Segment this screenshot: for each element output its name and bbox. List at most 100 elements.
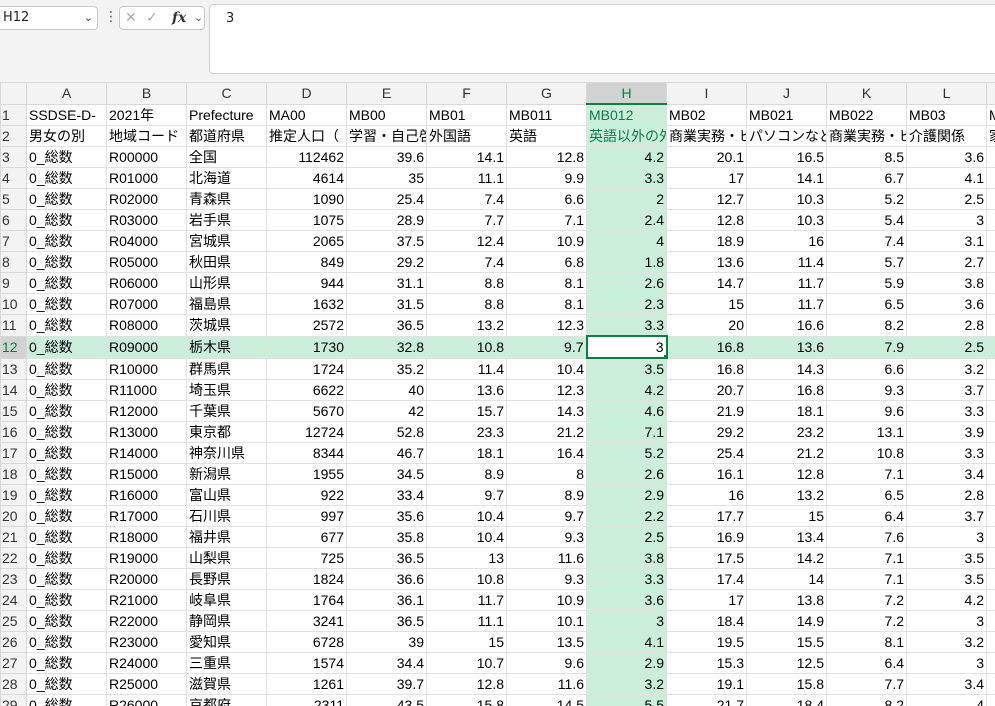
cell[interactable]: 0_総数 [26, 694, 107, 706]
cell[interactable]: MB00 [346, 103, 427, 126]
cell[interactable]: MB03 [906, 103, 987, 126]
cell[interactable]: 2.9 [586, 652, 667, 674]
cell[interactable]: 3.3 [906, 442, 987, 464]
cell[interactable] [986, 505, 995, 527]
cell[interactable]: 40 [346, 379, 427, 401]
cell[interactable]: 16.8 [666, 335, 747, 359]
column-header-k[interactable]: K [826, 82, 907, 105]
cell[interactable]: 39 [346, 631, 427, 653]
cell[interactable]: 8.1 [826, 631, 907, 653]
cell[interactable]: 地域コード [106, 125, 187, 147]
row-header[interactable]: 1 [0, 103, 27, 126]
cell[interactable]: 15.3 [666, 652, 747, 674]
cell[interactable] [986, 188, 995, 210]
cell[interactable]: 9.6 [506, 652, 587, 674]
cell[interactable]: 0_総数 [26, 673, 107, 695]
cell[interactable]: 0_総数 [26, 293, 107, 315]
cell[interactable]: R13000 [106, 421, 187, 443]
cell[interactable]: 5670 [266, 400, 347, 422]
chevron-down-icon[interactable]: ⌄ [84, 7, 93, 29]
cell[interactable]: 12.8 [746, 463, 827, 485]
cell[interactable]: 13.1 [826, 421, 907, 443]
cell[interactable]: 7.1 [586, 421, 667, 443]
column-header-d[interactable]: D [266, 82, 347, 105]
cell[interactable]: 33.4 [346, 484, 427, 506]
cell[interactable]: 全国 [186, 146, 267, 168]
cell[interactable]: 10.9 [506, 589, 587, 611]
row-header[interactable]: 18 [0, 463, 27, 485]
row-header[interactable]: 4 [0, 167, 27, 189]
row-header[interactable]: 3 [0, 146, 27, 168]
cell[interactable]: 3.6 [586, 589, 667, 611]
cell[interactable]: 介護関係 [906, 125, 987, 147]
cell[interactable]: 34.4 [346, 652, 427, 674]
cell[interactable] [986, 547, 995, 569]
cell[interactable]: 11.1 [426, 610, 507, 632]
cell[interactable]: 山形県 [186, 272, 267, 294]
cell[interactable]: 0_総数 [26, 400, 107, 422]
cell[interactable]: R02000 [106, 188, 187, 210]
cell[interactable]: 12.3 [506, 379, 587, 401]
cell[interactable]: 3 [906, 652, 987, 674]
cell[interactable]: R06000 [106, 272, 187, 294]
cell[interactable]: 9.7 [426, 484, 507, 506]
cell[interactable]: 18.1 [426, 442, 507, 464]
cell[interactable]: 14.1 [426, 146, 507, 168]
cell[interactable]: 6622 [266, 379, 347, 401]
cell[interactable]: 25.4 [346, 188, 427, 210]
cell[interactable]: 4.6 [586, 400, 667, 422]
column-header-c[interactable]: C [186, 82, 267, 105]
cell[interactable]: 1574 [266, 652, 347, 674]
cell[interactable]: 16.6 [746, 314, 827, 337]
cell[interactable]: 6.8 [506, 251, 587, 273]
cell[interactable]: 長野県 [186, 568, 267, 590]
cell[interactable]: 13.2 [746, 484, 827, 506]
cell[interactable]: 7.1 [826, 568, 907, 590]
cell[interactable]: 3.4 [906, 463, 987, 485]
cell[interactable]: 10.8 [826, 442, 907, 464]
cell[interactable] [986, 314, 995, 337]
cell[interactable]: 4.2 [586, 146, 667, 168]
cell[interactable]: 3 [906, 610, 987, 632]
cell[interactable] [986, 209, 995, 231]
cell[interactable]: 39.6 [346, 146, 427, 168]
cell[interactable]: 1955 [266, 463, 347, 485]
row-header[interactable]: 11 [0, 314, 27, 337]
cell[interactable]: 997 [266, 505, 347, 527]
row-header[interactable]: 15 [0, 400, 27, 422]
cell[interactable]: 5.2 [826, 188, 907, 210]
cell[interactable]: 14.7 [666, 272, 747, 294]
cell[interactable]: R07000 [106, 293, 187, 315]
cell[interactable]: 43.5 [346, 694, 427, 706]
cell[interactable]: 13.6 [666, 251, 747, 273]
cell[interactable]: 群馬県 [186, 357, 267, 380]
cell[interactable]: 0_総数 [26, 251, 107, 273]
cell[interactable]: 14.3 [746, 357, 827, 380]
cell[interactable] [986, 610, 995, 632]
cell[interactable]: R01000 [106, 167, 187, 189]
cell[interactable]: 10.9 [506, 230, 587, 252]
cell[interactable]: 31.5 [346, 293, 427, 315]
cell[interactable]: 16.1 [666, 463, 747, 485]
more-options-icon[interactable]: ⋮ [104, 8, 118, 26]
cell[interactable]: 11.7 [746, 293, 827, 315]
cell[interactable]: 32.8 [346, 335, 427, 359]
cell[interactable]: 6.5 [826, 293, 907, 315]
cell[interactable]: 14.5 [506, 694, 587, 706]
cell[interactable]: 42 [346, 400, 427, 422]
cell[interactable]: 14 [746, 568, 827, 590]
cell[interactable]: 0_総数 [26, 314, 107, 337]
cell[interactable]: 神奈川県 [186, 442, 267, 464]
cell[interactable]: 3.2 [906, 357, 987, 380]
cell[interactable]: 宮城県 [186, 230, 267, 252]
cell[interactable]: R17000 [106, 505, 187, 527]
cell[interactable]: 都道府県 [186, 125, 267, 147]
cell[interactable]: 15 [746, 505, 827, 527]
cell[interactable]: 8.9 [426, 463, 507, 485]
row-header[interactable]: 29 [0, 694, 27, 706]
row-header[interactable]: 20 [0, 505, 27, 527]
cell[interactable]: 7.2 [826, 589, 907, 611]
cell[interactable]: 秋田県 [186, 251, 267, 273]
cell[interactable]: 11.4 [746, 251, 827, 273]
cell[interactable]: 9.3 [826, 379, 907, 401]
